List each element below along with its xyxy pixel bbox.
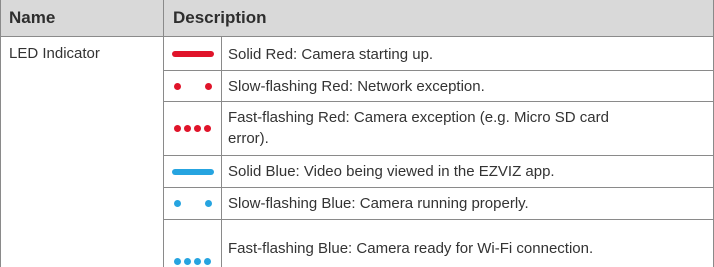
led-icon-cell xyxy=(164,156,221,187)
header-bottom-border xyxy=(0,36,714,37)
row-divider xyxy=(164,101,714,102)
fast-flashing-blue-led-icon xyxy=(174,258,211,265)
led-description: Fast-flashing Red: Camera exception (e.g… xyxy=(228,109,609,147)
led-indicator-label: LED Indicator xyxy=(9,45,100,62)
led-dot xyxy=(194,125,201,132)
table-header: Name Description xyxy=(1,0,713,36)
table-border-left xyxy=(0,0,1,267)
led-dot xyxy=(194,258,201,265)
led-icon-cell xyxy=(164,220,221,267)
led-description: Slow-flashing Blue: Camera running prope… xyxy=(228,195,529,212)
led-dot xyxy=(174,258,181,265)
row-divider xyxy=(164,187,714,188)
slow-flashing-red-led-icon xyxy=(173,82,212,90)
led-dot xyxy=(184,258,191,265)
led-dot xyxy=(204,200,212,207)
led-dot xyxy=(173,200,181,207)
row-divider xyxy=(164,70,714,71)
led-dot xyxy=(184,125,191,132)
led-dot xyxy=(174,125,181,132)
led-description: Fast-flashing Blue: Camera ready for Wi-… xyxy=(228,240,594,257)
led-icon-cell xyxy=(164,188,221,219)
led-description: Slow-flashing Red: Network exception. xyxy=(228,78,485,95)
row-divider xyxy=(164,219,714,220)
led-dot xyxy=(204,258,211,265)
led-dot xyxy=(173,82,181,90)
led-dot xyxy=(204,82,212,90)
solid-blue-led-icon xyxy=(171,168,214,175)
led-icon-cell xyxy=(164,37,221,70)
slow-flashing-blue-led-icon xyxy=(173,200,212,207)
led-icon-cell xyxy=(164,71,221,101)
column-header-name: Name xyxy=(9,8,56,27)
column-header-description: Description xyxy=(173,8,267,27)
led-icon-cell xyxy=(164,102,221,155)
led-dot xyxy=(204,125,211,132)
row-divider xyxy=(164,155,714,156)
fast-flashing-red-led-icon xyxy=(174,125,211,132)
led-description: Solid Blue: Video being viewed in the EZ… xyxy=(228,163,555,180)
led-description: Solid Red: Camera starting up. xyxy=(228,46,434,63)
solid-red-led-icon xyxy=(171,50,214,57)
